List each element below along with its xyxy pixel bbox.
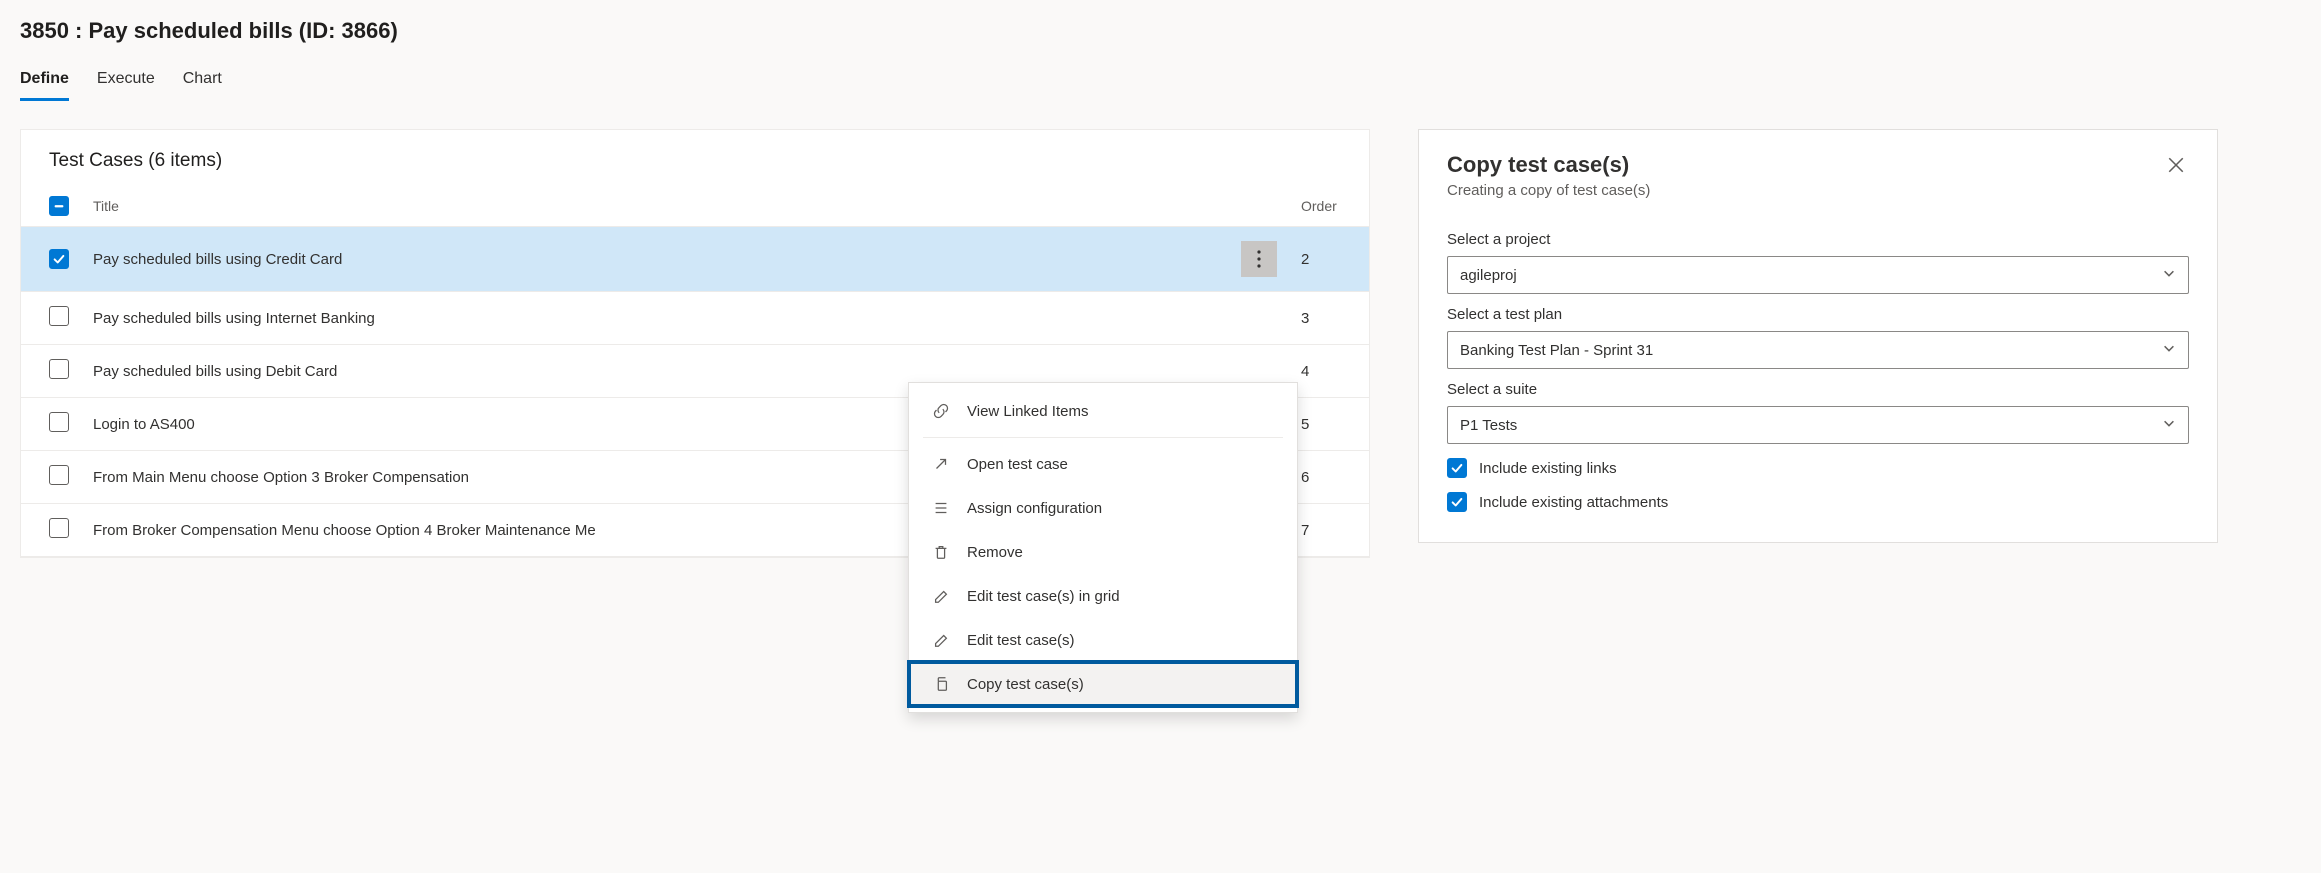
row-checkbox[interactable] <box>49 359 69 379</box>
table-row[interactable]: Pay scheduled bills using Credit Card 2 <box>21 227 1369 292</box>
edit-icon <box>931 630 951 650</box>
chevron-down-icon <box>2162 416 2176 434</box>
menu-separator <box>923 437 1283 438</box>
select-all-checkbox[interactable] <box>49 196 69 216</box>
config-icon <box>931 498 951 518</box>
row-order: 2 <box>1289 227 1369 292</box>
chevron-down-icon <box>2162 341 2176 359</box>
row-title: Pay scheduled bills using Debit Card <box>93 363 337 380</box>
tab-execute[interactable]: Execute <box>97 64 155 101</box>
tab-define[interactable]: Define <box>20 64 69 101</box>
col-order[interactable]: Order <box>1289 186 1369 227</box>
row-order: 5 <box>1289 398 1369 451</box>
menu-open-test-case[interactable]: Open test case <box>909 442 1297 486</box>
menu-label: Copy test case(s) <box>967 676 1084 693</box>
panel-title: Test Cases (6 items) <box>21 130 1369 186</box>
plan-value: Banking Test Plan - Sprint 31 <box>1460 342 1653 359</box>
project-select[interactable]: agileproj <box>1447 256 2189 294</box>
menu-label: Assign configuration <box>967 500 1102 517</box>
menu-edit-test-cases[interactable]: Edit test case(s) <box>909 618 1297 662</box>
menu-label: Open test case <box>967 456 1068 473</box>
table-row[interactable]: Pay scheduled bills using Internet Banki… <box>21 292 1369 345</box>
close-icon <box>2167 161 2185 177</box>
suite-select[interactable]: P1 Tests <box>1447 406 2189 444</box>
close-button[interactable] <box>2163 152 2189 181</box>
trash-icon <box>931 542 951 562</box>
row-checkbox[interactable] <box>49 465 69 485</box>
include-attachments-label: Include existing attachments <box>1479 494 1668 511</box>
suite-value: P1 Tests <box>1460 417 1517 434</box>
menu-copy-test-cases[interactable]: Copy test case(s) <box>909 662 1297 706</box>
row-more-button[interactable] <box>1241 241 1277 277</box>
side-panel-title: Copy test case(s) <box>1447 152 1650 178</box>
col-title[interactable]: Title <box>81 186 1289 227</box>
copy-test-cases-panel: Copy test case(s) Creating a copy of tes… <box>1418 129 2218 543</box>
menu-label: Edit test case(s) <box>967 632 1075 649</box>
row-title: Pay scheduled bills using Internet Banki… <box>93 310 375 327</box>
open-icon <box>931 454 951 474</box>
menu-label: Edit test case(s) in grid <box>967 588 1120 605</box>
side-panel-subtitle: Creating a copy of test case(s) <box>1447 182 1650 199</box>
row-title: From Main Menu choose Option 3 Broker Co… <box>93 469 469 486</box>
plan-select[interactable]: Banking Test Plan - Sprint 31 <box>1447 331 2189 369</box>
project-label: Select a project <box>1447 231 2189 248</box>
row-checkbox[interactable] <box>49 306 69 326</box>
menu-label: View Linked Items <box>967 403 1088 420</box>
tabs: Define Execute Chart <box>20 64 2301 101</box>
menu-edit-grid[interactable]: Edit test case(s) in grid <box>909 574 1297 618</box>
menu-remove[interactable]: Remove <box>909 530 1297 574</box>
row-title: From Broker Compensation Menu choose Opt… <box>93 522 596 539</box>
plan-label: Select a test plan <box>1447 306 2189 323</box>
project-value: agileproj <box>1460 267 1517 284</box>
suite-label: Select a suite <box>1447 381 2189 398</box>
page-title: 3850 : Pay scheduled bills (ID: 3866) <box>20 18 2301 44</box>
include-links-label: Include existing links <box>1479 460 1617 477</box>
include-attachments-checkbox[interactable] <box>1447 492 1467 512</box>
row-checkbox[interactable] <box>49 412 69 432</box>
menu-view-linked-items[interactable]: View Linked Items <box>909 389 1297 433</box>
link-icon <box>931 401 951 421</box>
tab-chart[interactable]: Chart <box>183 64 222 101</box>
menu-label: Remove <box>967 544 1023 561</box>
copy-icon <box>931 674 951 694</box>
row-order: 6 <box>1289 451 1369 504</box>
row-order: 7 <box>1289 504 1369 557</box>
row-checkbox[interactable] <box>49 518 69 538</box>
row-checkbox[interactable] <box>49 249 69 269</box>
menu-assign-configuration[interactable]: Assign configuration <box>909 486 1297 530</box>
context-menu: View Linked Items Open test case Assign … <box>908 382 1298 713</box>
row-order: 4 <box>1289 345 1369 398</box>
include-links-checkbox[interactable] <box>1447 458 1467 478</box>
row-title: Login to AS400 <box>93 416 195 433</box>
chevron-down-icon <box>2162 266 2176 284</box>
row-title: Pay scheduled bills using Credit Card <box>93 251 342 268</box>
row-order: 3 <box>1289 292 1369 345</box>
edit-icon <box>931 586 951 606</box>
